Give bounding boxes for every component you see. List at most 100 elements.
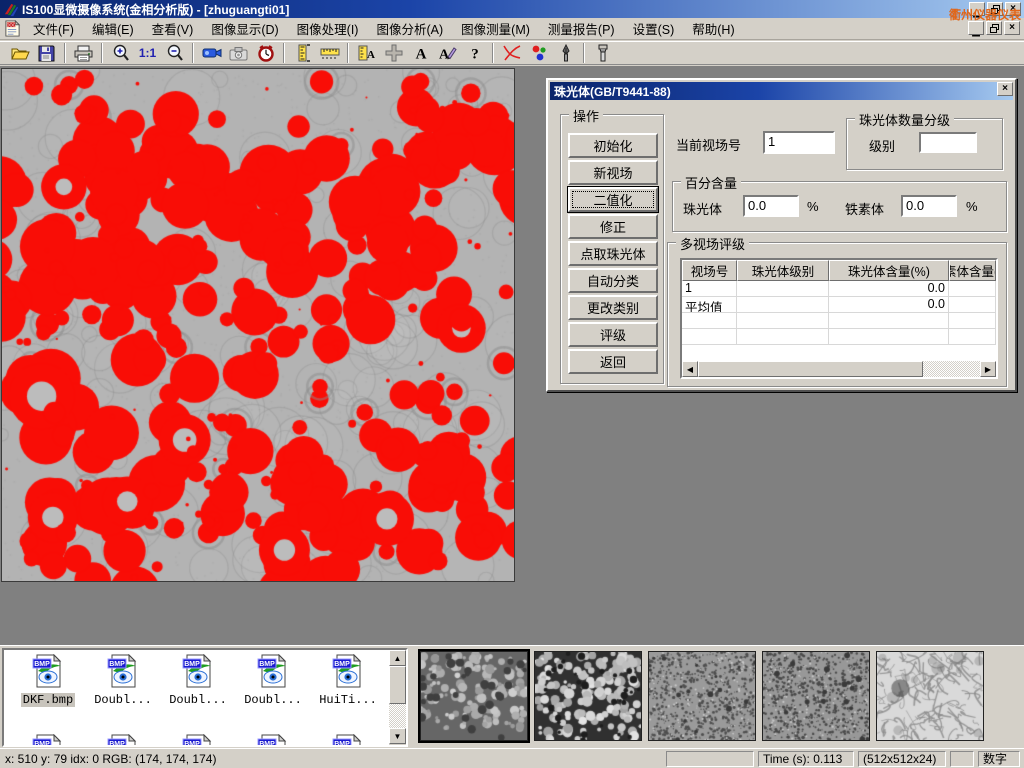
scroll-right-button[interactable]: ▶ (980, 361, 996, 377)
menu-measure-report[interactable]: 测量报告(P) (539, 17, 624, 40)
file-item[interactable]: BMP (237, 734, 309, 746)
current-field-input[interactable]: 1 (763, 131, 835, 154)
dialog-close-button[interactable]: × (997, 82, 1013, 96)
ruler-measure-button[interactable] (316, 42, 343, 64)
dialog-title-bar[interactable]: 珠光体(GB/T9441-88) (550, 82, 1013, 100)
file-item[interactable]: BMP HuiTi... (312, 654, 384, 707)
file-name[interactable]: Doubl... (242, 693, 304, 707)
file-name[interactable]: HuiTi... (317, 693, 379, 707)
file-item[interactable]: BMP (12, 734, 84, 746)
file-list-scrollbar[interactable]: ▲ ▼ (389, 650, 406, 745)
change-class-button[interactable]: 更改类别 (568, 295, 658, 320)
caliper-measure-button[interactable] (289, 42, 316, 64)
menu-image-measure[interactable]: 图像测量(M) (452, 17, 539, 40)
minimize-button[interactable]: ▁ (969, 2, 985, 16)
micrograph-image[interactable] (1, 68, 515, 582)
init-button[interactable]: 初始化 (568, 133, 658, 158)
menu-image-process[interactable]: 图像处理(I) (288, 17, 368, 40)
video-capture-button[interactable] (198, 42, 225, 64)
snapshot-button[interactable] (225, 42, 252, 64)
menu-view[interactable]: 查看(V) (143, 17, 203, 40)
correct-button[interactable]: 修正 (568, 214, 658, 239)
restore-button[interactable] (987, 2, 1003, 16)
table-row[interactable]: 平均值 0.0 (682, 297, 996, 313)
document-icon[interactable]: DOC (4, 20, 21, 37)
scroll-thumb[interactable] (698, 361, 923, 377)
curve-tool-button[interactable] (498, 42, 525, 64)
return-button[interactable]: 返回 (568, 349, 658, 374)
table-row[interactable] (682, 313, 996, 329)
file-item[interactable]: BMP (162, 734, 234, 746)
file-item[interactable]: BMP Doubl... (237, 654, 309, 707)
text-tool-button[interactable]: A (407, 42, 434, 64)
mdi-minimize-button[interactable]: ▁ (968, 21, 984, 35)
open-button[interactable] (6, 42, 33, 64)
print-button[interactable] (70, 42, 97, 64)
phase-color-button[interactable] (525, 42, 552, 64)
actual-size-button[interactable]: 1:1 (134, 42, 161, 64)
save-button[interactable] (33, 42, 60, 64)
file-browser[interactable]: BMP DKF.bmp BMP Doubl... BMP (2, 648, 408, 747)
thumbnail-5[interactable] (876, 651, 984, 741)
zoom-in-button[interactable] (107, 42, 134, 64)
col-field-no[interactable]: 视场号 (682, 260, 737, 281)
thumbnail-4[interactable] (762, 651, 870, 741)
file-name[interactable]: Doubl... (167, 693, 229, 707)
table-row[interactable] (682, 329, 996, 345)
menu-edit[interactable]: 编辑(E) (83, 17, 143, 40)
file-name[interactable]: DKF.bmp (21, 693, 75, 707)
file-item[interactable]: BMP DKF.bmp (12, 654, 84, 707)
col-pearlite-content[interactable]: 珠光体含量(%) (829, 260, 949, 281)
timer-button[interactable] (252, 42, 279, 64)
col-pearlite-level[interactable]: 珠光体级别 (737, 260, 829, 281)
scroll-down-button[interactable]: ▼ (389, 728, 406, 744)
scroll-track[interactable] (389, 704, 406, 728)
brush-tool-button[interactable] (589, 42, 616, 64)
move-tool-button[interactable] (380, 42, 407, 64)
scroll-thumb[interactable] (389, 666, 406, 704)
file-item[interactable]: BMP Doubl... (87, 654, 159, 707)
menu-image-analysis[interactable]: 图像分析(A) (367, 17, 452, 40)
auto-classify-button[interactable]: 自动分类 (568, 268, 658, 293)
scroll-track[interactable] (923, 361, 980, 377)
multifield-table[interactable]: 视场号 珠光体级别 珠光体含量(%) 铁素体含量(%) 1 0.0 平均值 (680, 258, 998, 379)
thumbnail-1[interactable] (420, 651, 528, 741)
file-item[interactable]: BMP Doubl... (162, 654, 234, 707)
svg-text:BMP: BMP (259, 741, 275, 746)
label-measure-button[interactable]: A (353, 42, 380, 64)
thumbnail-2[interactable] (534, 651, 642, 741)
menu-file[interactable]: 文件(F) (24, 17, 83, 40)
new-field-button[interactable]: 新视场 (568, 160, 658, 185)
close-button[interactable]: × (1005, 2, 1021, 16)
pick-pearlite-button[interactable]: 点取珠光体 (568, 241, 658, 266)
svg-text:?: ? (471, 47, 479, 62)
scroll-left-button[interactable]: ◀ (682, 361, 698, 377)
rate-button[interactable]: 评级 (568, 322, 658, 347)
svg-text:A: A (367, 49, 375, 61)
ferrite-unit: % (966, 199, 978, 214)
level-input[interactable] (919, 132, 977, 153)
mdi-restore-button[interactable] (986, 21, 1002, 35)
menu-help[interactable]: 帮助(H) (683, 17, 743, 40)
zoom-out-button[interactable] (161, 42, 188, 64)
svg-text:BMP: BMP (34, 661, 50, 668)
pearlite-input[interactable]: 0.0 (743, 195, 799, 217)
mdi-close-button[interactable]: × (1004, 21, 1020, 35)
table-horizontal-scrollbar[interactable]: ◀ ▶ (682, 361, 996, 377)
save-floppy-icon (38, 45, 55, 62)
scroll-up-button[interactable]: ▲ (389, 650, 406, 666)
annotate-tool-button[interactable]: A (434, 42, 461, 64)
table-row[interactable]: 1 0.0 (682, 281, 996, 297)
menu-image-display[interactable]: 图像显示(D) (202, 17, 287, 40)
micrograph-canvas[interactable] (2, 69, 514, 581)
menu-settings[interactable]: 设置(S) (624, 17, 684, 40)
file-item[interactable]: BMP (87, 734, 159, 746)
pen-tool-button[interactable] (552, 42, 579, 64)
file-item[interactable]: BMP (312, 734, 384, 746)
binarize-button[interactable]: 二值化 (568, 187, 658, 212)
ferrite-input[interactable]: 0.0 (901, 195, 957, 217)
help-button[interactable]: ? (461, 42, 488, 64)
file-name[interactable]: Doubl... (92, 693, 154, 707)
thumbnail-3[interactable] (648, 651, 756, 741)
col-ferrite-content[interactable]: 铁素体含量(%) (949, 260, 996, 281)
